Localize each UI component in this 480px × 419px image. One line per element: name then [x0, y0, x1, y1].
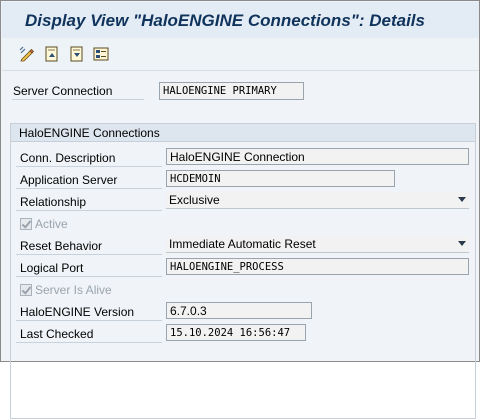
divider [12, 99, 144, 100]
haloengine-version-field[interactable]: 6.7.0.3 [166, 302, 312, 319]
conn-description-label: Conn. Description [20, 151, 116, 165]
divider [16, 320, 162, 321]
page-title: Display View "HaloENGINE Connections": D… [25, 11, 425, 30]
divider [16, 210, 162, 211]
logical-port-field[interactable]: HALOENGINE_PROCESS [166, 258, 469, 275]
reset-behavior-dropdown[interactable]: Immediate Automatic Reset [166, 236, 469, 253]
application-server-label: Application Server [20, 173, 118, 187]
server-connection-field[interactable]: HALOENGINE PRIMARY [159, 82, 304, 100]
group-header: HaloENGINE Connections [10, 123, 476, 142]
divider [16, 166, 162, 167]
reset-behavior-value: Immediate Automatic Reset [169, 237, 316, 251]
reset-behavior-label: Reset Behavior [20, 239, 103, 253]
conn-description-field[interactable]: HaloENGINE Connection [166, 148, 469, 165]
title-bar: Display View "HaloENGINE Connections": D… [2, 2, 479, 38]
active-checkbox[interactable] [20, 218, 32, 230]
server-is-alive-checkbox[interactable] [20, 284, 32, 296]
application-toolbar [2, 39, 479, 71]
relationship-value: Exclusive [169, 193, 220, 207]
haloengine-version-label: HaloENGINE Version [20, 305, 135, 319]
relationship-dropdown[interactable]: Exclusive [166, 192, 469, 209]
detail-content: Server Connection HALOENGINE PRIMARY Hal… [2, 71, 479, 419]
divider [16, 276, 162, 277]
next-entry-button[interactable] [68, 45, 86, 63]
application-server-field[interactable]: HCDEMOIN [166, 170, 395, 187]
divider [16, 188, 162, 189]
previous-entry-button[interactable] [43, 45, 61, 63]
divider [16, 342, 162, 343]
logical-port-label: Logical Port [20, 261, 84, 275]
next-entry-icon [70, 46, 83, 62]
previous-entry-icon [45, 46, 58, 62]
display-change-icon [19, 46, 35, 62]
variable-list-icon [93, 47, 109, 61]
chevron-down-icon [458, 241, 466, 246]
last-checked-field[interactable]: 15.10.2024 16:56:47 [166, 324, 306, 341]
variable-list-button[interactable] [92, 45, 110, 63]
chevron-down-icon [458, 197, 466, 202]
server-connection-label: Server Connection [13, 84, 113, 98]
group-title: HaloENGINE Connections [19, 126, 160, 140]
relationship-label: Relationship [20, 195, 87, 209]
display-change-button[interactable] [18, 45, 36, 63]
divider [16, 254, 162, 255]
window-frame: Display View "HaloENGINE Connections": D… [0, 0, 480, 419]
server-is-alive-label: Server Is Alive [35, 283, 112, 297]
last-checked-label: Last Checked [20, 327, 94, 341]
active-label: Active [35, 217, 68, 231]
